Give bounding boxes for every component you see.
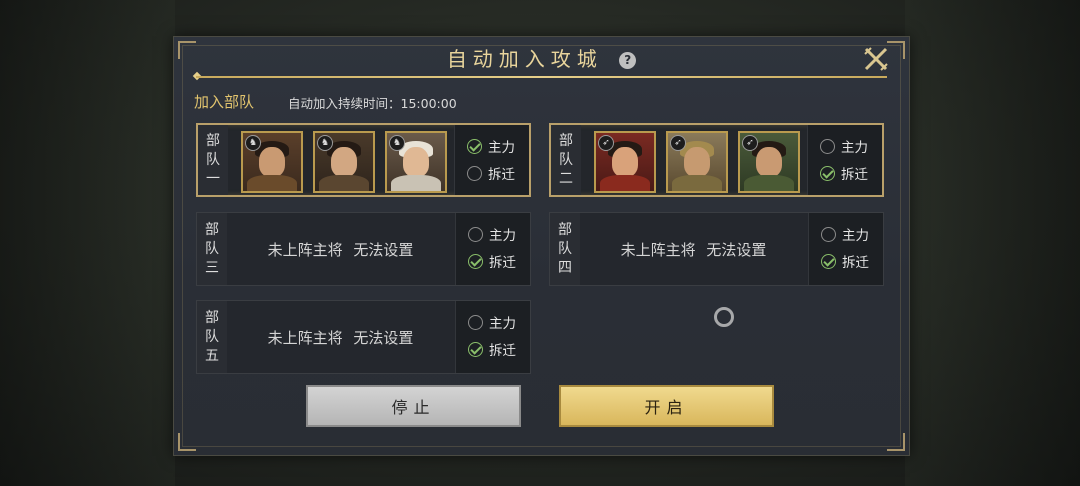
- empty-troop-text: 未上阵主将 无法设置: [620, 240, 767, 259]
- background-left: [0, 0, 175, 486]
- troop-label: 部队四: [550, 213, 580, 285]
- general-portrait[interactable]: ♞: [385, 131, 447, 193]
- troop-card-3[interactable]: 部队三 未上阵主将 无法设置 主力 拆迁: [196, 212, 531, 286]
- radio-icon: [820, 138, 835, 154]
- corner-ornament: [887, 433, 905, 451]
- corner-ornament: [178, 433, 196, 451]
- bow-icon: ➶: [742, 135, 758, 151]
- section-label: 加入部队: [194, 93, 255, 111]
- general-portrait[interactable]: ♞: [241, 131, 303, 193]
- radio-icon: [468, 226, 483, 242]
- general-portrait[interactable]: ➶: [594, 131, 656, 193]
- role-options: 主力 拆迁: [455, 213, 530, 285]
- horse-icon: ♞: [245, 135, 261, 151]
- troop-card-4[interactable]: 部队四 未上阵主将 无法设置 主力 拆迁: [549, 212, 884, 286]
- background-right: [905, 0, 1080, 486]
- troop-card-1[interactable]: 部队一 ♞ ♞ ♞ 主力 拆迁: [196, 123, 531, 197]
- troop-label: 部队二: [551, 125, 581, 195]
- troop-label: 部队三: [197, 213, 227, 285]
- troop-card-2[interactable]: 部队二 ➶ ➶ ➶ 主力 拆迁: [549, 123, 884, 197]
- help-icon[interactable]: ?: [619, 52, 637, 69]
- general-portrait[interactable]: ➶: [666, 131, 728, 193]
- check-icon: [468, 253, 483, 269]
- option-main-force[interactable]: 主力: [821, 224, 869, 244]
- check-icon: [821, 253, 836, 269]
- portrait-row: ♞ ♞ ♞: [241, 131, 447, 193]
- dialog-title: 自动加入攻城 ?: [174, 43, 909, 75]
- option-main-force[interactable]: 主力: [467, 136, 515, 156]
- option-main-force[interactable]: 主力: [820, 136, 868, 156]
- bow-icon: ➶: [598, 135, 614, 151]
- option-demolish[interactable]: 拆迁: [821, 251, 869, 271]
- general-portrait[interactable]: ➶: [738, 131, 800, 193]
- option-main-force[interactable]: 主力: [468, 224, 516, 244]
- check-icon: [820, 165, 835, 181]
- radio-icon: [821, 226, 836, 242]
- empty-troop-text: 未上阵主将 无法设置: [267, 240, 414, 259]
- bow-icon: ➶: [670, 135, 686, 151]
- role-options: 主力 拆迁: [808, 213, 883, 285]
- role-options: 主力 拆迁: [807, 125, 882, 195]
- option-main-force[interactable]: 主力: [468, 312, 516, 332]
- loading-spinner-icon: [714, 307, 734, 327]
- portrait-row: ➶ ➶ ➶: [594, 131, 800, 193]
- troop-label: 部队一: [198, 125, 228, 195]
- role-options: 主力 拆迁: [454, 125, 529, 195]
- troop-label: 部队五: [197, 301, 227, 373]
- role-options: 主力 拆迁: [455, 301, 530, 373]
- title-divider: [196, 76, 887, 78]
- auto-siege-dialog: 自动加入攻城 ? 加入部队 自动加入持续时间：15:00:00 部队一 ♞ ♞ …: [173, 36, 910, 456]
- check-icon: [467, 138, 482, 154]
- stop-button[interactable]: 停止: [306, 385, 521, 427]
- option-demolish[interactable]: 拆迁: [468, 251, 516, 271]
- check-icon: [468, 341, 483, 357]
- horse-icon: ♞: [389, 135, 405, 151]
- radio-icon: [467, 165, 482, 181]
- option-demolish[interactable]: 拆迁: [820, 163, 868, 183]
- option-demolish[interactable]: 拆迁: [468, 339, 516, 359]
- option-demolish[interactable]: 拆迁: [467, 163, 515, 183]
- empty-troop-text: 未上阵主将 无法设置: [267, 328, 414, 347]
- start-button[interactable]: 开启: [559, 385, 774, 427]
- troop-card-5[interactable]: 部队五 未上阵主将 无法设置 主力 拆迁: [196, 300, 531, 374]
- duration-text: 自动加入持续时间：15:00:00: [288, 96, 457, 111]
- close-icon[interactable]: [863, 46, 889, 72]
- radio-icon: [468, 314, 483, 330]
- horse-icon: ♞: [317, 135, 333, 151]
- general-portrait[interactable]: ♞: [313, 131, 375, 193]
- dialog-title-text: 自动加入攻城: [446, 47, 603, 71]
